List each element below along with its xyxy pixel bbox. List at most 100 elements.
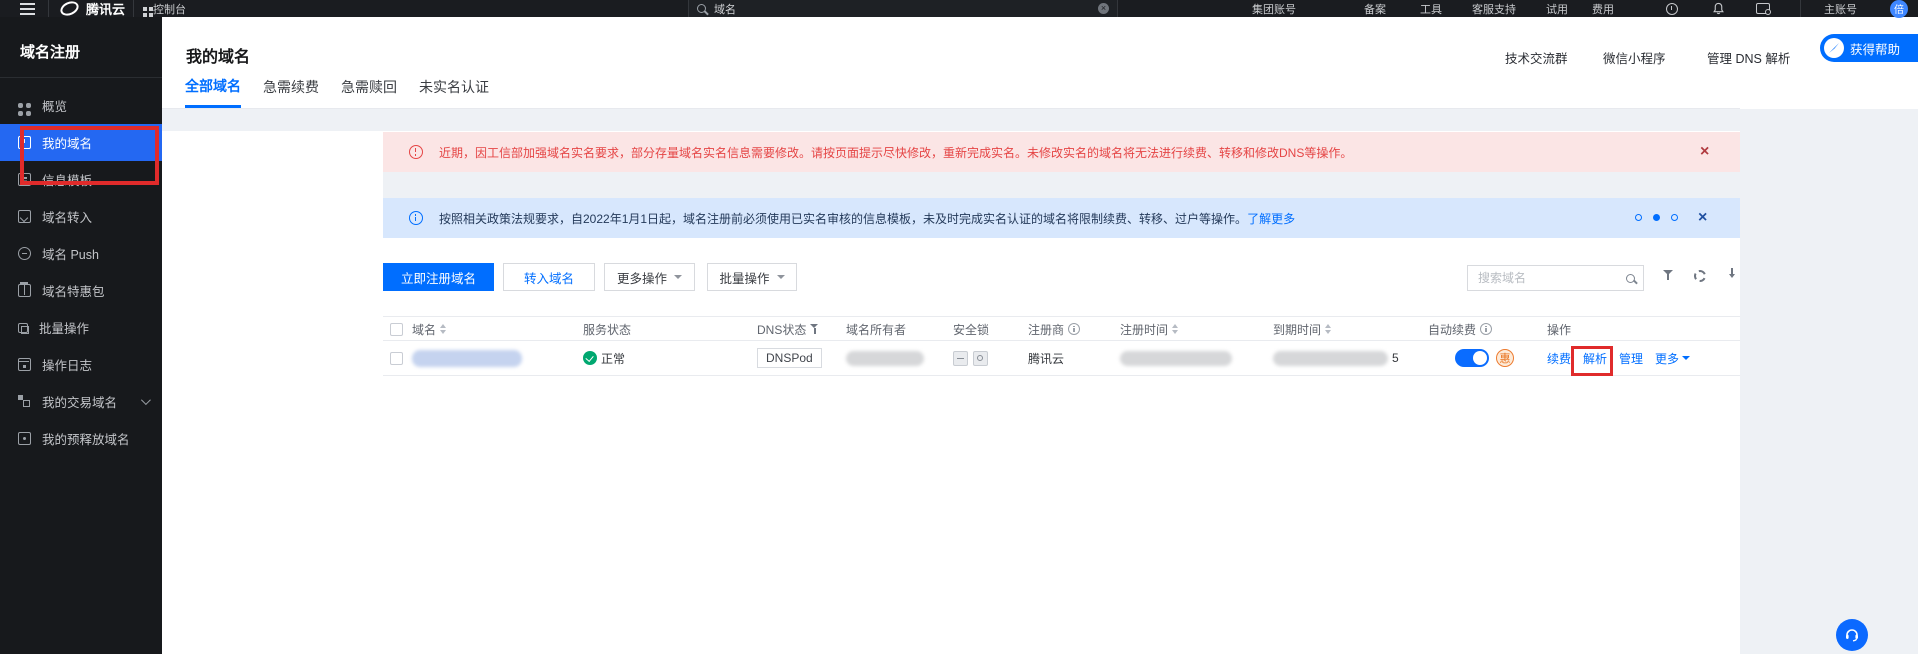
topbar-nav-tools[interactable]: 工具 [1420,0,1442,17]
topbar-divider [133,0,134,17]
sidebar-item-transfer-in[interactable]: 域名转入 [0,198,162,235]
service-status-cell: 正常 [583,341,625,375]
col-security-lock: 安全锁 [953,317,989,341]
transfer-in-button[interactable]: 转入域名 [503,263,595,291]
sidebar-item-domain-push[interactable]: 域名 Push [0,235,162,272]
security-lock-cell [953,341,988,375]
dns-status-cell: DNSPod [757,341,822,375]
info-icon[interactable] [1480,323,1492,335]
resolve-action[interactable]: 解析 [1583,341,1607,375]
more-operations-dropdown[interactable]: 更多操作 [604,263,695,291]
more-action-dropdown[interactable]: 更多 [1655,341,1690,375]
select-all-checkbox[interactable] [390,317,403,341]
reg-time-cell [1120,341,1232,375]
domain-lock-icon[interactable] [953,351,968,366]
tab-all-domains[interactable]: 全部域名 [185,66,241,108]
sidebar-item-domain-package[interactable]: 域名特惠包 [0,272,162,309]
clear-search-icon[interactable]: × [1098,3,1109,14]
sidebar-item-label: 信息模板 [42,170,92,189]
domain-cell[interactable] [412,341,522,375]
col-label: 安全锁 [953,321,989,338]
funnel-icon[interactable] [810,324,819,334]
console-settings-button[interactable] [1756,0,1770,17]
tencent-cloud-logo[interactable]: 腾讯云 [60,0,125,17]
col-domain: 域名 [412,317,447,341]
main-header: 我的域名 技术交流群 微信小程序 管理 DNS 解析 获得帮助 [162,17,1918,66]
domain-search-input[interactable] [1476,270,1626,286]
table-header: 域名 服务状态 DNS状态 域名所有者 安全锁 注册商 注册时间 到期时间 自动… [383,316,1740,341]
sort-icon[interactable] [440,324,447,334]
topbar-nav-org-account[interactable]: 集团账号 [1252,0,1296,17]
col-expire-time: 到期时间 [1273,317,1332,341]
gear-icon[interactable] [1694,270,1706,282]
warning-text: 近期，因工信部加强域名实名要求，部分存量域名实名信息需要修改。请按页面提示尽快修… [439,144,1352,161]
batch-operations-dropdown[interactable]: 批量操作 [707,263,797,291]
row-checkbox[interactable] [390,341,403,375]
carousel-dot-2-active[interactable] [1653,214,1660,221]
carousel-dot-1[interactable] [1635,214,1642,221]
history-button[interactable] [1666,0,1678,17]
tencent-cloud-logo-icon [58,0,81,18]
info-template-icon [18,173,31,186]
col-auto-renew: 自动续费 [1428,317,1492,341]
console-label: 控制台 [153,1,186,17]
chat-help-button[interactable] [1836,619,1868,651]
sidebar-item-info-template[interactable]: 信息模板 [0,161,162,198]
more-action-label: 更多 [1655,350,1679,367]
sidebar-item-label: 批量操作 [39,318,89,337]
renew-action[interactable]: 续费 [1547,341,1571,375]
sort-icon[interactable] [1172,324,1179,334]
link-wechat-miniprogram[interactable]: 微信小程序 [1603,48,1666,67]
transfer-lock-icon[interactable] [973,351,988,366]
sort-icon[interactable] [1325,324,1332,334]
expire-time-cell: 5 [1273,341,1399,375]
domain-push-icon [18,247,31,260]
topbar-search[interactable]: 域名 × [688,0,1118,17]
col-label: 到期时间 [1273,321,1321,338]
topbar-nav-billing[interactable]: 费用 [1592,0,1614,17]
sidebar: 域名注册 概览 我的域名 信息模板 域名转入 域名 Push [0,17,162,654]
sidebar-item-trade-domains[interactable]: 我的交易域名 [0,383,162,420]
status-ok-icon [583,351,597,365]
console-link[interactable]: 控制台 [143,0,186,17]
account-menu[interactable]: 主账号 [1824,0,1857,17]
page-title: 我的域名 [186,43,250,67]
topbar-nav-trial[interactable]: 试用 [1546,0,1568,17]
headset-chat-icon [1843,626,1861,644]
auto-renew-cell: 惠 [1455,341,1514,375]
link-manage-dns[interactable]: 管理 DNS 解析 [1707,48,1790,67]
tencent-cloud-domain-console: 腾讯云 控制台 域名 × 集团账号 备案 工具 客服支持 试用 费用 主账号 倍 [0,0,1918,654]
avatar[interactable]: 倍 [1890,0,1908,17]
link-tech-group[interactable]: 技术交流群 [1505,48,1568,67]
transfer-in-icon [18,210,31,223]
sidebar-item-overview[interactable]: 概览 [0,87,162,124]
register-domain-button[interactable]: 立即注册域名 [383,263,494,291]
manage-action[interactable]: 管理 [1619,341,1643,375]
tab-renew-urgent[interactable]: 急需续费 [263,66,319,108]
tab-unverified[interactable]: 未实名认证 [419,66,489,108]
sidebar-item-label: 我的交易域名 [42,392,117,411]
sidebar-item-batch-operations[interactable]: 批量操作 [0,309,162,346]
hamburger-menu-button[interactable] [20,0,35,17]
batch-operations-icon [18,323,28,333]
sidebar-item-my-domains[interactable]: 我的域名 [0,124,162,161]
avatar-initial: 倍 [1890,0,1908,18]
notifications-button[interactable] [1712,0,1918,17]
topbar-nav-icp[interactable]: 备案 [1364,0,1386,17]
promo-badge[interactable]: 惠 [1496,349,1514,367]
close-warning-icon[interactable]: × [1700,144,1709,160]
topbar-divider [48,0,49,17]
carousel-dot-3[interactable] [1671,214,1678,221]
search-icon[interactable] [1626,274,1635,283]
close-info-icon[interactable]: × [1698,210,1707,226]
chevron-down-icon [1682,356,1690,360]
auto-renew-toggle[interactable] [1455,349,1489,367]
tab-redeem-urgent[interactable]: 急需赎回 [341,66,397,108]
sidebar-item-prerelease-domains[interactable]: 我的预释放域名 [0,420,162,457]
info-icon[interactable] [1068,323,1080,335]
sidebar-item-operation-log[interactable]: 操作日志 [0,346,162,383]
info-circle-icon [409,211,423,225]
topbar-nav-support[interactable]: 客服支持 [1472,0,1516,17]
get-help-button[interactable]: 获得帮助 [1820,34,1918,62]
learn-more-link[interactable]: 了解更多 [1247,212,1295,226]
